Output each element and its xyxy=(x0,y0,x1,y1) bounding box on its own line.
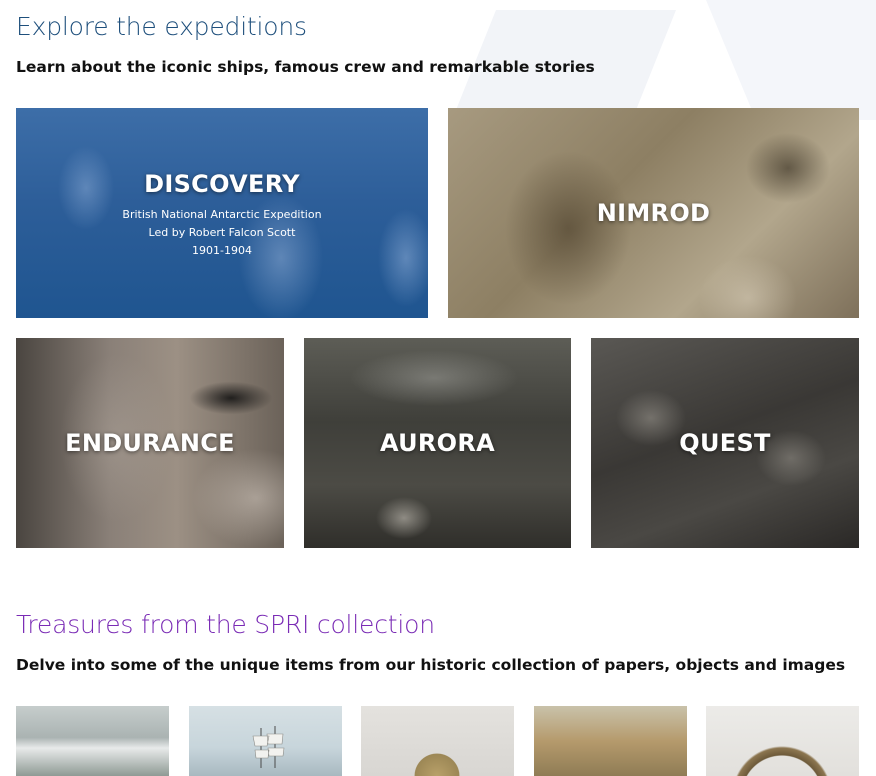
expedition-name: ENDURANCE xyxy=(65,429,235,457)
expedition-name: DISCOVERY xyxy=(144,170,300,198)
expedition-name: AURORA xyxy=(379,429,496,457)
expedition-description: British National Antarctic Expedition xyxy=(122,208,322,221)
treasures-section-subtitle: Delve into some of the unique items from… xyxy=(16,656,846,674)
treasure-thumbnail-brass-ring[interactable] xyxy=(706,706,859,776)
expedition-tile-nimrod[interactable]: NIMROD xyxy=(448,108,859,318)
expedition-tile-quest[interactable]: QUEST xyxy=(591,338,859,548)
ship-icon xyxy=(252,726,285,768)
expedition-name: QUEST xyxy=(679,429,771,457)
treasure-thumbnail-ship-painting[interactable] xyxy=(189,706,342,776)
expedition-tile-aurora[interactable]: AURORA xyxy=(304,338,571,548)
expedition-tile-discovery[interactable]: DISCOVERY British National Antarctic Exp… xyxy=(16,108,428,318)
treasure-thumbnail-landscape-painting[interactable] xyxy=(16,706,169,776)
treasures-section-title: Treasures from the SPRI collection xyxy=(16,610,435,639)
treasure-thumbnail-mountain-painting[interactable] xyxy=(534,706,687,776)
explore-section-subtitle: Learn about the iconic ships, famous cre… xyxy=(16,58,595,76)
expedition-name: NIMROD xyxy=(596,199,711,227)
expedition-years: 1901-1904 xyxy=(192,244,252,257)
treasure-thumbnail-medal[interactable] xyxy=(361,706,514,776)
expedition-tile-endurance[interactable]: ENDURANCE xyxy=(16,338,284,548)
explore-section-title: Explore the expeditions xyxy=(16,12,307,41)
expedition-leader: Led by Robert Falcon Scott xyxy=(148,226,296,239)
